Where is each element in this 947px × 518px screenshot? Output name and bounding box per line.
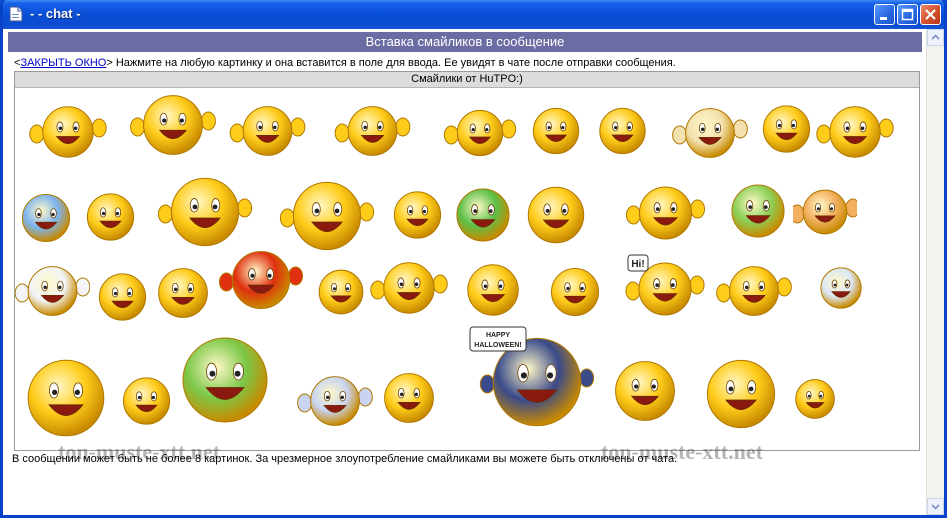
facepalm-smiley[interactable] (521, 180, 591, 246)
spider-smiley[interactable] (613, 180, 718, 242)
content-area: Вставка смайликов в сообщение <ЗАКРЫТЬ О… (3, 29, 944, 515)
hi-speech-bubble-text-0: Hi! (631, 259, 644, 270)
hi-speech-bubble: Hi! (627, 254, 649, 272)
smileys-caption: Смайлики от HuTPO:) (15, 72, 919, 88)
chat-window: - - chat - Вставка смайликов в сообщение… (0, 0, 947, 518)
minimize-icon (880, 17, 887, 20)
blushing-smiley[interactable] (315, 262, 367, 318)
crazy-eye-smiley[interactable] (463, 258, 523, 318)
content-smiley[interactable] (95, 266, 150, 324)
instructions-text: Нажмите на любую картинку и она вставитс… (115, 57, 676, 69)
wink-pointing-smiley[interactable] (440, 104, 520, 158)
red-devil-smiley[interactable] (219, 244, 303, 312)
blue-cold-smiley[interactable] (18, 188, 74, 244)
ghost-smiley[interactable] (15, 260, 90, 318)
grin-hands-smiley[interactable] (220, 100, 315, 158)
thinking-smiley[interactable] (153, 262, 213, 320)
close-window-link[interactable]: ЗАКРЫТЬ ОКНО (20, 57, 106, 69)
close-icon (925, 9, 936, 20)
grinning-smiley[interactable] (380, 364, 438, 428)
halloween-sign-text-1: HALLOWEEN! (474, 342, 521, 349)
angel-smiley[interactable] (277, 174, 377, 254)
screaming-smiley[interactable] (759, 98, 814, 156)
thumbs-up-smiley[interactable] (127, 88, 219, 158)
surprised-hand-smiley[interactable] (815, 100, 895, 160)
hearts-kiss-smiley[interactable] (21, 350, 111, 442)
halloween-sign: HAPPY HALLOWEEN! (469, 326, 527, 352)
page-header: Вставка смайликов в сообщение (8, 32, 922, 52)
laughing-wave-smiley[interactable] (330, 100, 415, 158)
bow-smiley[interactable] (545, 262, 605, 318)
document-icon (9, 6, 23, 22)
close-button[interactable] (920, 4, 941, 25)
bat-smiley[interactable] (145, 170, 265, 250)
vertical-scrollbar[interactable] (926, 29, 944, 515)
scroll-up-button[interactable] (927, 29, 944, 46)
title-bar[interactable]: - - chat - (3, 0, 944, 29)
sad-tears-smiley[interactable] (119, 366, 174, 432)
burger-smiley[interactable] (793, 184, 857, 236)
smileys-grid: Hi! HAPPY HALLOWEEN! (15, 88, 919, 450)
dancing-smiley[interactable] (791, 374, 839, 420)
smiling-smiley[interactable] (390, 184, 445, 242)
arrow-up-icon (931, 34, 940, 40)
heart-eyes-smiley[interactable] (595, 102, 650, 156)
waving-kiss-smiley[interactable] (18, 100, 118, 160)
scroll-down-button[interactable] (927, 498, 944, 515)
halloween-sign-text-0: HAPPY (486, 332, 510, 339)
big-laugh-smiley[interactable] (83, 186, 138, 244)
maximize-icon (901, 8, 914, 21)
instructions-line: <ЗАКРЫТЬ ОКНО> Нажмите на любую картинку… (14, 57, 676, 69)
pointing-smiley[interactable] (609, 354, 681, 424)
crying-smiley[interactable] (528, 102, 584, 156)
bandaged-mummy-smiley[interactable] (670, 102, 750, 160)
minimize-button[interactable] (874, 4, 895, 25)
vampire-smiley[interactable] (290, 370, 380, 428)
smileys-panel: Смайлики от HuTPO:) Hi! HAPPY HALLOWEEN! (14, 71, 920, 451)
wave-smiley[interactable] (712, 260, 796, 318)
blob-smiley[interactable] (817, 258, 865, 314)
window-title: - - chat - (30, 6, 81, 21)
laughing-open-arms-smiley[interactable] (369, 256, 449, 316)
witch-smiley[interactable] (175, 328, 275, 428)
arrow-down-icon (931, 504, 940, 510)
green-sick-smiley[interactable] (451, 182, 515, 244)
beer-smiley[interactable] (701, 348, 781, 436)
footer-note: В сообщении может быть не более 8 картин… (12, 453, 678, 465)
maximize-button[interactable] (897, 4, 918, 25)
frankenstein-smiley[interactable] (727, 170, 789, 248)
